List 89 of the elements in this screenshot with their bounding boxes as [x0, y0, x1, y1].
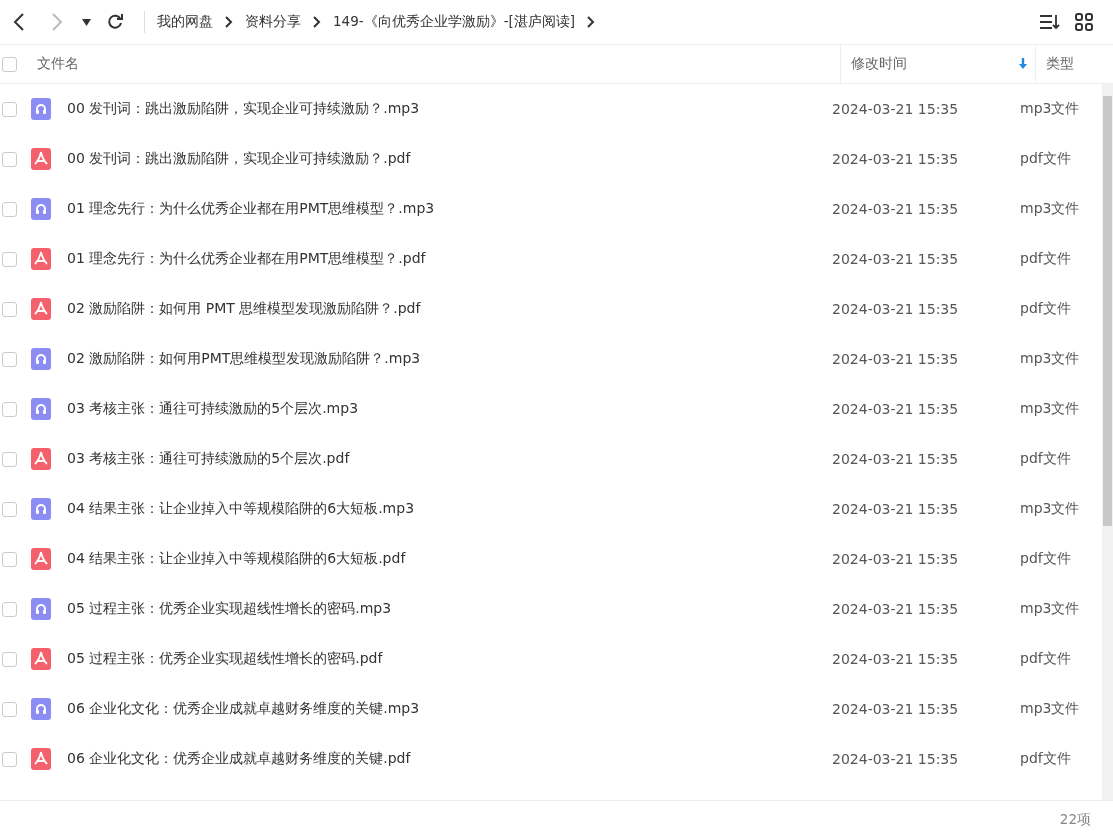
- file-name[interactable]: 05 过程主张：优秀企业实现超线性增长的密码.pdf: [67, 650, 832, 668]
- modified-time: 2024-03-21 15:35: [832, 251, 960, 267]
- audio-file-icon: [31, 498, 51, 520]
- file-type: mp3文件: [1020, 400, 1080, 418]
- modified-time: 2024-03-21 15:35: [832, 201, 960, 217]
- modified-time: 2024-03-21 15:35: [832, 351, 960, 367]
- pdf-file-icon: [31, 298, 51, 320]
- row-checkbox[interactable]: [2, 401, 17, 417]
- sort-icon: [1040, 14, 1060, 30]
- file-type: pdf文件: [1020, 550, 1071, 568]
- column-header[interactable]: 修改时间: [851, 55, 907, 73]
- column-header[interactable]: 类型: [1036, 55, 1074, 73]
- row-checkbox[interactable]: [2, 701, 17, 717]
- scrollbar[interactable]: [1102, 84, 1113, 800]
- pdf-file-icon: [31, 648, 51, 670]
- breadcrumb-link[interactable]: 149-《向优秀企业学激励》-[湛庐阅读]: [333, 13, 576, 31]
- file-type: mp3文件: [1020, 700, 1080, 718]
- chevron-icon: [587, 16, 596, 28]
- file-type: mp3文件: [1020, 200, 1080, 218]
- audio-file-icon: [31, 98, 51, 120]
- file-name[interactable]: 06 企业化文化：优秀企业成就卓越财务维度的关键.mp3: [67, 700, 832, 718]
- file-name[interactable]: 02 激励陷阱：如何用 PMT 思维模型发现激励陷阱？.pdf: [67, 300, 832, 318]
- breadcrumb-link[interactable]: 资料分享: [245, 13, 301, 31]
- modified-time: 2024-03-21 15:35: [832, 601, 960, 617]
- audio-file-icon: [31, 698, 51, 720]
- row-checkbox[interactable]: [2, 201, 17, 217]
- chevron-icon: [225, 16, 233, 28]
- pdf-file-icon: [31, 748, 51, 770]
- modified-time: 2024-03-21 15:35: [832, 501, 960, 517]
- grid-icon: [1075, 13, 1093, 31]
- item-count: 22项: [1059, 811, 1091, 829]
- file-type: pdf文件: [1020, 650, 1071, 668]
- column-header[interactable]: 文件名: [37, 55, 840, 73]
- audio-file-icon: [31, 398, 51, 420]
- file-type: pdf文件: [1020, 250, 1071, 268]
- file-name[interactable]: 03 考核主张：通往可持续激励的5个层次.pdf: [67, 450, 832, 468]
- forward-icon: [51, 12, 63, 32]
- file-type: pdf文件: [1020, 300, 1071, 318]
- file-name[interactable]: 06 企业化文化：优秀企业成就卓越财务维度的关键.pdf: [67, 750, 832, 768]
- row-checkbox[interactable]: [2, 451, 17, 467]
- file-type: mp3文件: [1020, 500, 1080, 518]
- refresh-icon: [107, 14, 123, 30]
- pdf-file-icon: [31, 148, 51, 170]
- file-type: mp3文件: [1020, 350, 1080, 368]
- file-name[interactable]: 01 理念先行：为什么优秀企业都在用PMT思维模型？.pdf: [67, 250, 832, 268]
- audio-file-icon: [31, 348, 51, 370]
- file-type: pdf文件: [1020, 750, 1071, 768]
- file-name[interactable]: 05 过程主张：优秀企业实现超线性增长的密码.mp3: [67, 600, 832, 618]
- row-checkbox[interactable]: [2, 351, 17, 367]
- file-name[interactable]: 00 发刊词：跳出激励陷阱，实现企业可持续激励？.mp3: [67, 100, 832, 118]
- file-name[interactable]: 04 结果主张：让企业掉入中等规模陷阱的6大短板.pdf: [67, 550, 832, 568]
- modified-time: 2024-03-21 15:35: [832, 151, 960, 167]
- audio-file-icon: [31, 598, 51, 620]
- modified-time: 2024-03-21 15:35: [832, 651, 960, 667]
- modified-time: 2024-03-21 15:35: [832, 401, 960, 417]
- row-checkbox[interactable]: [2, 151, 17, 167]
- modified-time: 2024-03-21 15:35: [832, 701, 960, 717]
- row-checkbox[interactable]: [2, 251, 17, 267]
- select-all-checkbox[interactable]: [2, 56, 17, 72]
- file-type: pdf文件: [1020, 150, 1071, 168]
- pdf-file-icon: [31, 548, 51, 570]
- modified-time: 2024-03-21 15:35: [832, 451, 960, 467]
- audio-file-icon: [31, 198, 51, 220]
- file-name[interactable]: 00 发刊词：跳出激励陷阱，实现企业可持续激励？.pdf: [67, 150, 832, 168]
- modified-time: 2024-03-21 15:35: [832, 101, 960, 117]
- row-checkbox[interactable]: [2, 651, 17, 667]
- row-checkbox[interactable]: [2, 551, 17, 567]
- pdf-file-icon: [31, 448, 51, 470]
- caret-icon: [81, 18, 91, 26]
- row-checkbox[interactable]: [2, 601, 17, 617]
- file-type: mp3文件: [1020, 100, 1080, 118]
- file-type: mp3文件: [1020, 600, 1080, 618]
- file-type: pdf文件: [1020, 450, 1071, 468]
- modified-time: 2024-03-21 15:35: [832, 551, 960, 567]
- row-checkbox[interactable]: [2, 501, 17, 517]
- file-name[interactable]: 02 激励陷阱：如何用PMT思维模型发现激励陷阱？.mp3: [67, 350, 832, 368]
- sort-descending-icon: [1019, 58, 1027, 70]
- back-icon: [13, 12, 25, 32]
- chevron-icon: [313, 16, 321, 28]
- file-name[interactable]: 04 结果主张：让企业掉入中等规模陷阱的6大短板.mp3: [67, 500, 832, 518]
- modified-time: 2024-03-21 15:35: [832, 751, 960, 767]
- modified-time: 2024-03-21 15:35: [832, 301, 960, 317]
- pdf-file-icon: [31, 248, 51, 270]
- file-name[interactable]: 01 理念先行：为什么优秀企业都在用PMT思维模型？.mp3: [67, 200, 832, 218]
- file-name[interactable]: 03 考核主张：通往可持续激励的5个层次.mp3: [67, 400, 832, 418]
- breadcrumb-link[interactable]: 我的网盘: [157, 13, 213, 31]
- row-checkbox[interactable]: [2, 101, 17, 117]
- row-checkbox[interactable]: [2, 751, 17, 767]
- row-checkbox[interactable]: [2, 301, 17, 317]
